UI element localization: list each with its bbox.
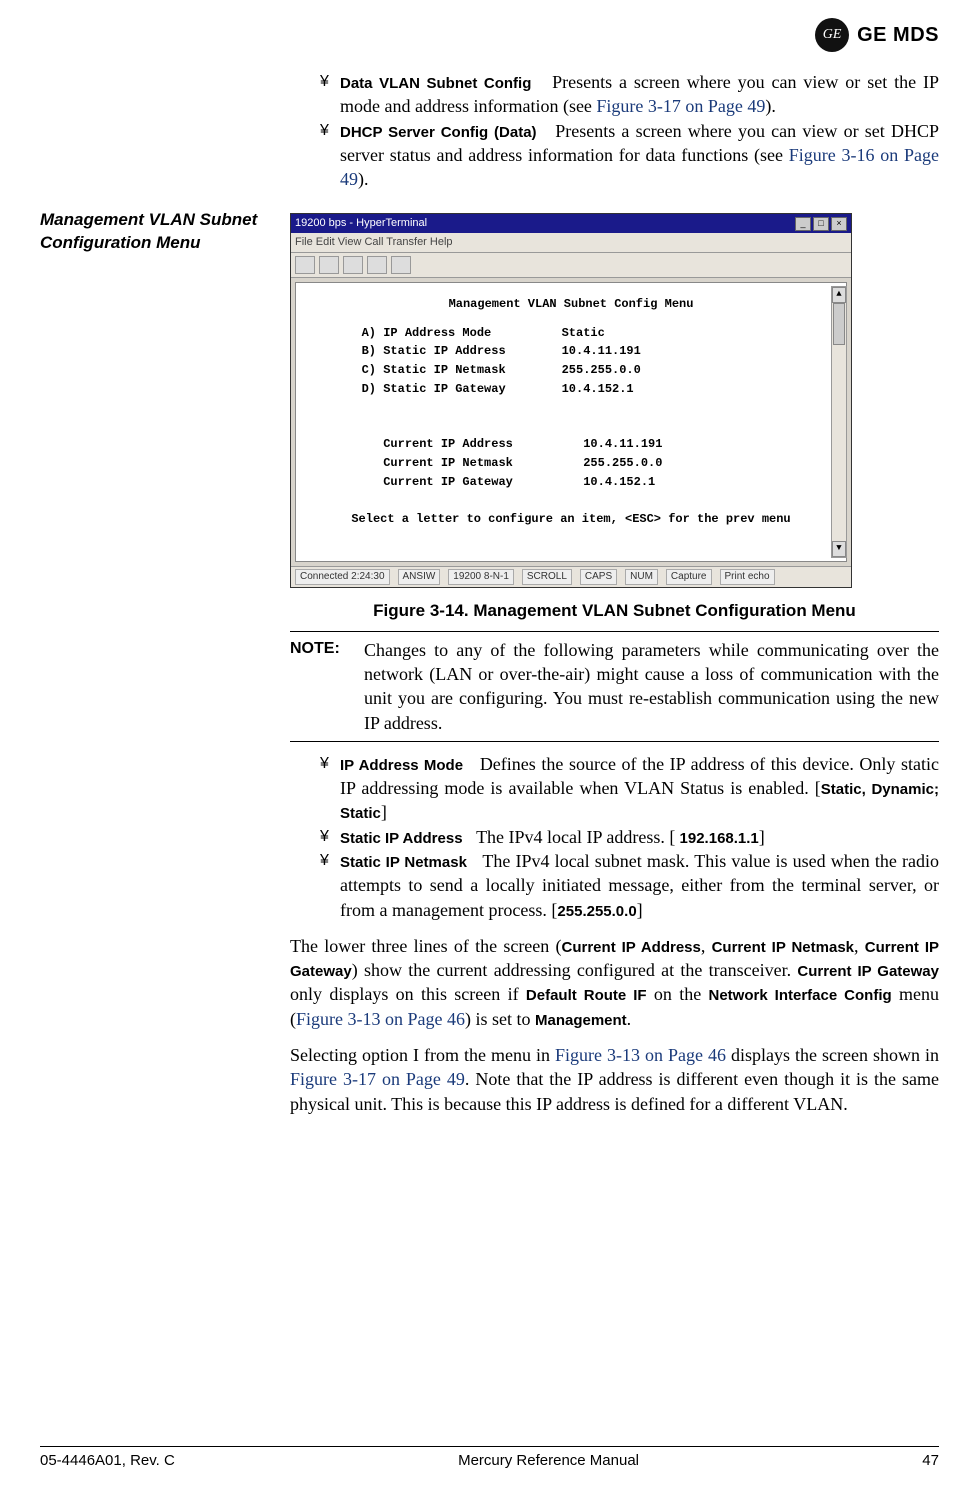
toolbar-button[interactable] [295, 256, 315, 274]
status-cell: Capture [666, 569, 712, 585]
footer-right: 47 [922, 1451, 939, 1471]
desc-post: ] [381, 802, 387, 822]
xref-link[interactable]: Figure 3-17 on Page 49 [290, 1069, 465, 1089]
scroll-up-icon[interactable]: ▲ [832, 287, 846, 303]
desc-post: ] [759, 827, 765, 847]
note-text: Changes to any of the following paramete… [364, 638, 939, 735]
terminal-line: Current IP Netmask255.255.0.0 [304, 454, 838, 473]
content-area: ¥ Data VLAN Subnet Config Presents a scr… [40, 70, 939, 1128]
footer-left: 05-4446A01, Rev. C [40, 1451, 175, 1471]
brand-logo: GE GE MDS [815, 18, 939, 52]
xref-link[interactable]: Figure 3-17 on Page 49 [596, 96, 765, 116]
side-heading: Management VLAN Subnet Configuration Men… [40, 209, 260, 1127]
status-cell: CAPS [580, 569, 617, 585]
close-icon[interactable]: × [831, 217, 847, 231]
status-cell: SCROLL [522, 569, 572, 585]
bullet-mark: ¥ [320, 70, 334, 119]
bullet-mark: ¥ [320, 825, 334, 849]
bullet-static-ip-address: ¥ Static IP Address The IPv4 local IP ad… [320, 825, 939, 849]
code: 255.255.0.0 [557, 903, 636, 920]
menubar[interactable]: File Edit View Call Transfer Help [291, 233, 851, 253]
scroll-down-icon[interactable]: ▼ [832, 541, 846, 557]
term: DHCP Server Config (Data) [340, 124, 537, 141]
term: Static IP Address [340, 830, 463, 847]
ge-monogram-icon: GE [815, 18, 849, 52]
scroll-thumb[interactable] [833, 303, 845, 345]
figure-caption: Figure 3-14. Management VLAN Subnet Conf… [290, 600, 939, 623]
term: Data VLAN Subnet Config [340, 75, 531, 92]
term: Static IP Netmask [340, 854, 467, 871]
desc: The IPv4 local IP address. [ [476, 827, 675, 847]
terminal-title: Management VLAN Subnet Config Menu [304, 295, 838, 314]
terminal-screenshot: 19200 bps - HyperTerminal _ □ × File Edi… [290, 213, 852, 587]
note-block: NOTE: Changes to any of the following pa… [290, 631, 939, 742]
code: 192.168.1.1 [675, 830, 758, 847]
status-cell: 19200 8-N-1 [448, 569, 514, 585]
bullet-data-vlan: ¥ Data VLAN Subnet Config Presents a scr… [320, 70, 939, 119]
window-titlebar: 19200 bps - HyperTerminal _ □ × [291, 214, 851, 233]
desc-post: ). [765, 96, 776, 116]
status-cell: Connected 2:24:30 [295, 569, 390, 585]
brand-text: GE MDS [857, 22, 939, 49]
top-bullet-block: ¥ Data VLAN Subnet Config Presents a scr… [40, 70, 939, 191]
terminal-line: D) Static IP Gateway10.4.152.1 [304, 380, 838, 399]
terminal-pane: Management VLAN Subnet Config Menu A) IP… [295, 282, 847, 562]
xref-link[interactable]: Figure 3-13 on Page 46 [296, 1009, 465, 1029]
term: IP Address Mode [340, 757, 463, 774]
toolbar-button[interactable] [391, 256, 411, 274]
scrollbar[interactable]: ▲ ▼ [831, 286, 847, 558]
toolbar [291, 253, 851, 278]
terminal-line: A) IP Address ModeStatic [304, 324, 838, 343]
status-cell: ANSIW [398, 569, 441, 585]
desc-post: ] [637, 900, 643, 920]
bullet-mark: ¥ [320, 849, 334, 922]
figure-block: Management VLAN Subnet Configuration Men… [40, 209, 939, 1127]
paragraph: Selecting option I from the menu in Figu… [290, 1043, 939, 1116]
maximize-icon[interactable]: □ [813, 217, 829, 231]
bullet-mark: ¥ [320, 752, 334, 825]
bullet-ip-mode: ¥ IP Address Mode Defines the source of … [320, 752, 939, 825]
paragraph: The lower three lines of the screen (Cur… [290, 934, 939, 1031]
note-label: NOTE: [290, 638, 360, 735]
desc-post: ). [358, 169, 369, 189]
footer-center: Mercury Reference Manual [458, 1451, 639, 1471]
page-footer: 05-4446A01, Rev. C Mercury Reference Man… [40, 1446, 939, 1471]
terminal-line: C) Static IP Netmask255.255.0.0 [304, 361, 838, 380]
xref-link[interactable]: Figure 3-13 on Page 46 [555, 1045, 726, 1065]
toolbar-button[interactable] [319, 256, 339, 274]
toolbar-button[interactable] [343, 256, 363, 274]
status-cell: NUM [625, 569, 658, 585]
window-title: 19200 bps - HyperTerminal [295, 216, 427, 231]
toolbar-button[interactable] [367, 256, 387, 274]
bullet-dhcp: ¥ DHCP Server Config (Data) Presents a s… [320, 119, 939, 192]
statusbar: Connected 2:24:30 ANSIW 19200 8-N-1 SCRO… [291, 566, 851, 587]
status-cell: Print echo [720, 569, 775, 585]
terminal-line: Current IP Gateway10.4.152.1 [304, 473, 838, 492]
page: GE GE MDS ¥ Data VLAN Subnet Config Pres… [0, 0, 979, 1501]
bullet-static-ip-netmask: ¥ Static IP Netmask The IPv4 local subne… [320, 849, 939, 922]
terminal-prompt: Select a letter to configure an item, <E… [304, 510, 838, 529]
bullet-mark: ¥ [320, 119, 334, 192]
terminal-line: Current IP Address10.4.11.191 [304, 435, 838, 454]
minimize-icon[interactable]: _ [795, 217, 811, 231]
terminal-line: B) Static IP Address10.4.11.191 [304, 342, 838, 361]
